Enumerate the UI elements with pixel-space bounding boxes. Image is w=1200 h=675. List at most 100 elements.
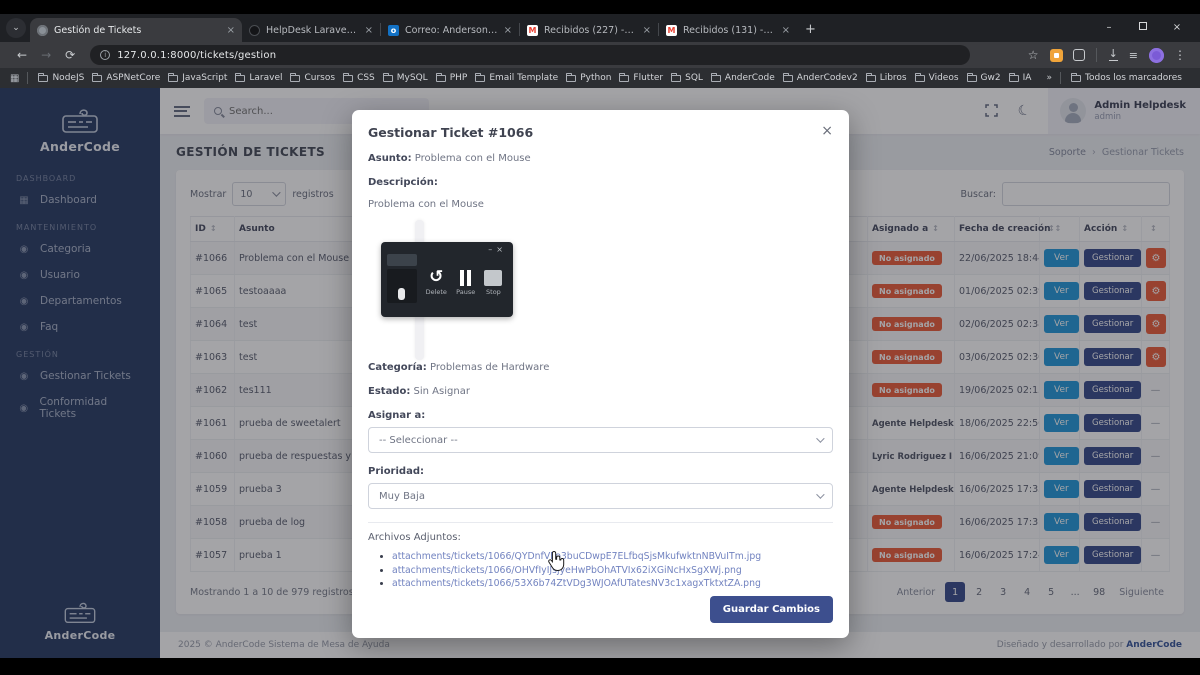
guardar-cambios-button[interactable]: Guardar Cambios [710, 596, 833, 623]
browser-window: ⌄ Gestión de Tickets×HelpDesk Laravel - … [0, 14, 1200, 658]
extension-icon[interactable] [1073, 49, 1085, 61]
reading-list-icon[interactable]: ≡ [1129, 49, 1138, 62]
descripcion-text: Problema con el Mouse [368, 199, 833, 210]
folder-icon [38, 75, 48, 82]
bookmark-item[interactable]: Laravel [235, 73, 282, 83]
asignar-label: Asignar a: [368, 410, 833, 421]
folder-icon [436, 75, 446, 82]
menu-kebab-icon[interactable]: ⋮ [1174, 48, 1186, 62]
folder-icon [475, 75, 485, 82]
profile-avatar[interactable] [1149, 48, 1164, 63]
forward-icon[interactable]: → [41, 48, 51, 62]
attachment-image[interactable]: –× ↺Delete Pause Stop [381, 242, 513, 317]
folder-icon [290, 75, 300, 82]
bookmarks-overflow-chevron[interactable]: » [1046, 73, 1052, 83]
bookmark-item[interactable]: CSS [343, 73, 375, 83]
attachment-link[interactable]: attachments/tickets/1066/OHVfIyIJsjyeHwP… [392, 565, 742, 576]
image-window-controls: –× [488, 245, 507, 254]
maximize-button[interactable] [1126, 14, 1160, 42]
folder-icon [1071, 75, 1081, 82]
tab-label: Correo: Anderson Bastidas - O... [405, 25, 498, 36]
folder-icon [168, 75, 178, 82]
bookmark-label: Cursos [304, 73, 335, 83]
modal-close-icon[interactable]: × [821, 125, 833, 137]
prioridad-label: Prioridad: [368, 466, 833, 477]
attachment-preview: –× ↺Delete Pause Stop [368, 212, 833, 362]
browser-tab[interactable]: HelpDesk Laravel - Dashboard× [242, 18, 380, 42]
pause-icon [460, 270, 471, 286]
gmail-favicon: M [666, 25, 677, 36]
gmail-favicon: M [527, 25, 538, 36]
site-info-icon[interactable]: i [100, 50, 110, 60]
bookmark-label: Libros [880, 73, 907, 83]
folder-icon [92, 75, 102, 82]
bookmark-item[interactable]: MySQL [383, 73, 428, 83]
extension-icon[interactable] [1050, 49, 1063, 62]
gestionar-ticket-modal: Gestionar Ticket #1066 × Asunto: Problem… [352, 110, 849, 638]
prioridad-select[interactable]: Muy Baja [368, 483, 833, 509]
bookmark-item[interactable]: Libros [866, 73, 907, 83]
folder-icon [671, 75, 681, 82]
bookmark-item[interactable]: PHP [436, 73, 468, 83]
bookmark-label: Python [580, 73, 611, 83]
tab-close-icon[interactable]: × [782, 25, 790, 36]
folder-icon [866, 75, 876, 82]
chevron-down-icon [816, 434, 824, 442]
attachment-link[interactable]: attachments/tickets/1066/53X6b74ZtVDg3WJ… [392, 578, 761, 589]
bookmark-label: ASPNetCore [106, 73, 160, 83]
modal-title: Gestionar Ticket #1066 [368, 125, 533, 140]
app-favicon [37, 25, 48, 36]
browser-tab[interactable]: M Recibidos (227) - davisanderso... × [520, 18, 658, 42]
bookmark-label: PHP [450, 73, 468, 83]
browser-tab[interactable]: Gestión de Tickets × [30, 18, 242, 42]
close-window-button[interactable]: × [1160, 14, 1194, 42]
back-icon[interactable]: ← [17, 48, 27, 62]
bookmark-star-icon[interactable]: ☆ [1028, 48, 1039, 62]
tab-close-icon[interactable]: × [227, 25, 235, 36]
bookmark-label: JavaScript [182, 73, 227, 83]
bookmark-label: Videos [929, 73, 959, 83]
bookmark-item[interactable]: Python [566, 73, 611, 83]
bookmark-item[interactable]: Flutter [619, 73, 663, 83]
all-bookmarks-item[interactable]: Todos los marcadores [1071, 73, 1182, 83]
bookmark-label: Gw2 [981, 73, 1001, 83]
attachment-link[interactable]: attachments/tickets/1066/QYDnfVFo3buCDwp… [392, 551, 761, 562]
bookmark-item[interactable]: ASPNetCore [92, 73, 160, 83]
folder-icon [1009, 75, 1019, 82]
tab-search-button[interactable]: ⌄ [6, 18, 26, 38]
tab-label: Recibidos (131) - andercode87... [683, 25, 776, 36]
bookmark-item[interactable]: NodeJS [38, 73, 84, 83]
browser-tab[interactable]: o Correo: Anderson Bastidas - O... × [381, 18, 519, 42]
bookmark-item[interactable]: SQL [671, 73, 703, 83]
tab-label: Recibidos (227) - davisanderso... [544, 25, 637, 36]
tab-close-icon[interactable]: × [504, 25, 512, 36]
bookmark-item[interactable]: Videos [915, 73, 959, 83]
bookmark-item[interactable]: IA [1009, 73, 1032, 83]
bookmark-item[interactable]: AnderCodev2 [783, 73, 858, 83]
bookmark-label: MySQL [397, 73, 428, 83]
new-tab-button[interactable]: + [805, 22, 816, 37]
folder-icon [343, 75, 353, 82]
adjuntos-label: Archivos Adjuntos: [368, 532, 833, 543]
outlook-favicon: o [388, 25, 399, 36]
reload-icon[interactable]: ⟳ [65, 48, 75, 62]
minimize-button[interactable]: – [1092, 14, 1126, 42]
apps-grid-icon[interactable]: ▦ [10, 73, 19, 84]
image-detail [387, 269, 417, 303]
delete-icon: ↺ [429, 269, 443, 286]
asignar-select[interactable]: -- Seleccionar -- [368, 427, 833, 453]
window-controls: – × [1092, 14, 1194, 42]
tab-close-icon[interactable]: × [643, 25, 651, 36]
bookmark-item[interactable]: Cursos [290, 73, 335, 83]
bookmark-item[interactable]: AnderCode [711, 73, 775, 83]
bookmark-item[interactable]: JavaScript [168, 73, 227, 83]
bookmark-item[interactable]: Gw2 [967, 73, 1001, 83]
folder-icon [915, 75, 925, 82]
browser-tab[interactable]: M Recibidos (131) - andercode87... × [659, 18, 797, 42]
tab-close-icon[interactable]: × [365, 25, 373, 36]
bookmark-label: AnderCode [725, 73, 775, 83]
bookmark-item[interactable]: Email Template [475, 73, 558, 83]
tab-label: Gestión de Tickets [54, 25, 221, 36]
downloads-icon[interactable]: ↓ [1109, 49, 1118, 61]
url-field[interactable]: i 127.0.0.1:8000/tickets/gestion [90, 45, 970, 65]
